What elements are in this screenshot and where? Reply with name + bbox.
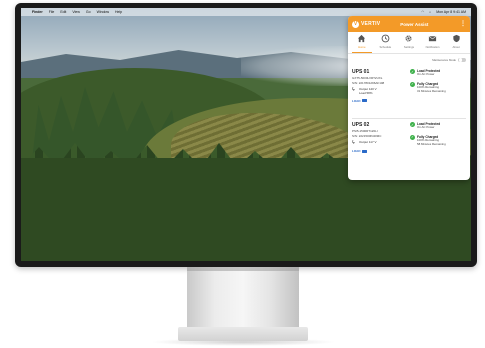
vertiv-logo-icon: V: [352, 20, 359, 28]
maintenance-mode-label: Maintenance Mode: [432, 58, 456, 62]
monitor-stand-joint: [187, 267, 299, 271]
check-icon: ✓: [410, 134, 415, 140]
tab-label: Schedule: [379, 45, 392, 49]
tab-settings[interactable]: Settings: [399, 34, 419, 53]
monitor-stand-base: [178, 327, 308, 341]
metric-text: Output 120 V Load 58%: [359, 87, 377, 96]
menubar-item-go[interactable]: Go: [86, 10, 91, 14]
check-icon: ✓: [410, 69, 415, 74]
menubar-app-name[interactable]: Finder: [32, 10, 43, 14]
load-link[interactable]: LOAD: [352, 149, 408, 153]
ups-info: UPS 02 PSI5-1500RT120LI S/N: 2221500IN40…: [352, 122, 408, 169]
app-brand: VERTIV: [361, 21, 381, 27]
tab-label: About: [452, 45, 460, 49]
status-load-protected: ✓ Load Protected On AC Power: [410, 69, 466, 77]
ups-status: ✓ Load Protected On AC Power ✓ Fully Cha…: [408, 122, 466, 169]
status-load-protected: ✓ Load Protected On AC Power: [410, 122, 466, 130]
plug-icon: ϟ: [352, 87, 355, 93]
monitor-stand-neck: [187, 267, 299, 329]
app-tabs: Home Schedule Settings Notification Abou…: [348, 32, 470, 54]
serial-label: S/N:: [352, 81, 358, 85]
maintenance-mode-row: Maintenance Mode: [348, 54, 470, 66]
tab-label: Settings: [403, 45, 415, 49]
menubar-item-edit[interactable]: Edit: [60, 10, 66, 14]
ups-metrics: ϟ Output 120 V Load 58%: [352, 87, 408, 96]
ups-info: UPS 01 GXT5-5000LVRT2UXL S/N: 2217801296…: [352, 69, 408, 115]
more-menu-icon[interactable]: ⋮: [460, 21, 466, 27]
maintenance-mode-toggle[interactable]: [458, 57, 466, 63]
battery-icon: [361, 149, 367, 153]
menubar-clock[interactable]: Mon Apr 8 9:41 AM: [436, 10, 466, 14]
ups-metrics: ϟ Output 117 V: [352, 140, 408, 146]
status-fully-charged: ✓ Fully Charged 100% Remaining 58 Minute…: [410, 134, 466, 147]
tab-about[interactable]: About: [446, 34, 466, 53]
status-fully-charged: ✓ Fully Charged 100% Remaining 31 Minute…: [410, 81, 466, 94]
ups-serial: S/N: 2221500IN409IC: [352, 134, 408, 138]
app-title: Power Assist: [400, 21, 429, 27]
wifi-icon[interactable]: ◠: [421, 10, 424, 14]
gear-icon: [405, 35, 413, 42]
metric-text: Output 117 V: [359, 140, 377, 145]
ups-serial: S/N: 2217801296AF108: [352, 81, 408, 85]
menubar-item-view[interactable]: View: [72, 10, 80, 14]
status-subtitle: On AC Power: [417, 72, 435, 76]
search-icon[interactable]: ⌕: [429, 10, 431, 14]
load-link-label: LOAD: [352, 98, 361, 103]
ups-name: UPS 02: [352, 122, 370, 128]
check-icon: ✓: [410, 122, 415, 127]
app-header: V VERTIV Power Assist ⋮: [348, 16, 470, 32]
tab-notification[interactable]: Notification: [423, 34, 443, 53]
monitor-screen: Finder File Edit View Go Window Help ◠ ⌕…: [21, 8, 471, 261]
output-voltage: Output 117 V: [359, 140, 377, 144]
tab-label: Notification: [425, 45, 440, 49]
tab-label: Home: [358, 45, 366, 49]
ups-model: GXT5-5000LVRT2UXL: [352, 76, 383, 80]
load-link[interactable]: LOAD: [352, 99, 408, 103]
clock-icon: [381, 34, 390, 43]
ups-card[interactable]: UPS 01 GXT5-5000LVRT2UXL S/N: 2217801296…: [352, 67, 466, 119]
shield-icon: [453, 34, 460, 43]
ups-name: UPS 01: [352, 69, 370, 75]
status-subtitle: On AC Power: [417, 125, 435, 129]
home-icon: [358, 34, 366, 43]
ups-card[interactable]: UPS 02 PSI5-1500RT120LI S/N: 2221500IN40…: [352, 120, 466, 172]
mail-icon: [428, 36, 437, 42]
runtime-remaining: 58 Minutes Remaining: [417, 141, 446, 146]
load-link-label: LOAD: [352, 149, 361, 153]
load-percent: Load 58%: [359, 90, 373, 95]
serial-value: 2221500IN409IC: [358, 134, 382, 138]
tab-home[interactable]: Home: [351, 34, 372, 53]
serial-label: S/N:: [352, 134, 358, 138]
menubar-item-help[interactable]: Help: [115, 10, 122, 14]
serial-value: 2217801296AF108: [358, 81, 385, 85]
runtime-remaining: 31 Minutes Remaining: [417, 88, 446, 93]
ups-model: PSI5-1500RT120LI: [352, 129, 378, 133]
product-shot: Finder File Edit View Go Window Help ◠ ⌕…: [0, 0, 485, 348]
menubar-status-area: ◠ ⌕ Mon Apr 8 9:41 AM: [421, 10, 466, 14]
macos-menubar: Finder File Edit View Go Window Help ◠ ⌕…: [21, 8, 471, 16]
tab-schedule[interactable]: Schedule: [375, 34, 395, 53]
power-assist-window: V VERTIV Power Assist ⋮ Home Schedule Se…: [348, 16, 470, 180]
check-icon: ✓: [410, 81, 415, 87]
menubar-item-window[interactable]: Window: [97, 10, 109, 14]
menubar-item-file[interactable]: File: [49, 10, 55, 14]
ups-status: ✓ Load Protected On AC Power ✓ Fully Cha…: [408, 69, 466, 115]
battery-icon: [361, 99, 367, 103]
plug-icon: ϟ: [352, 140, 355, 146]
